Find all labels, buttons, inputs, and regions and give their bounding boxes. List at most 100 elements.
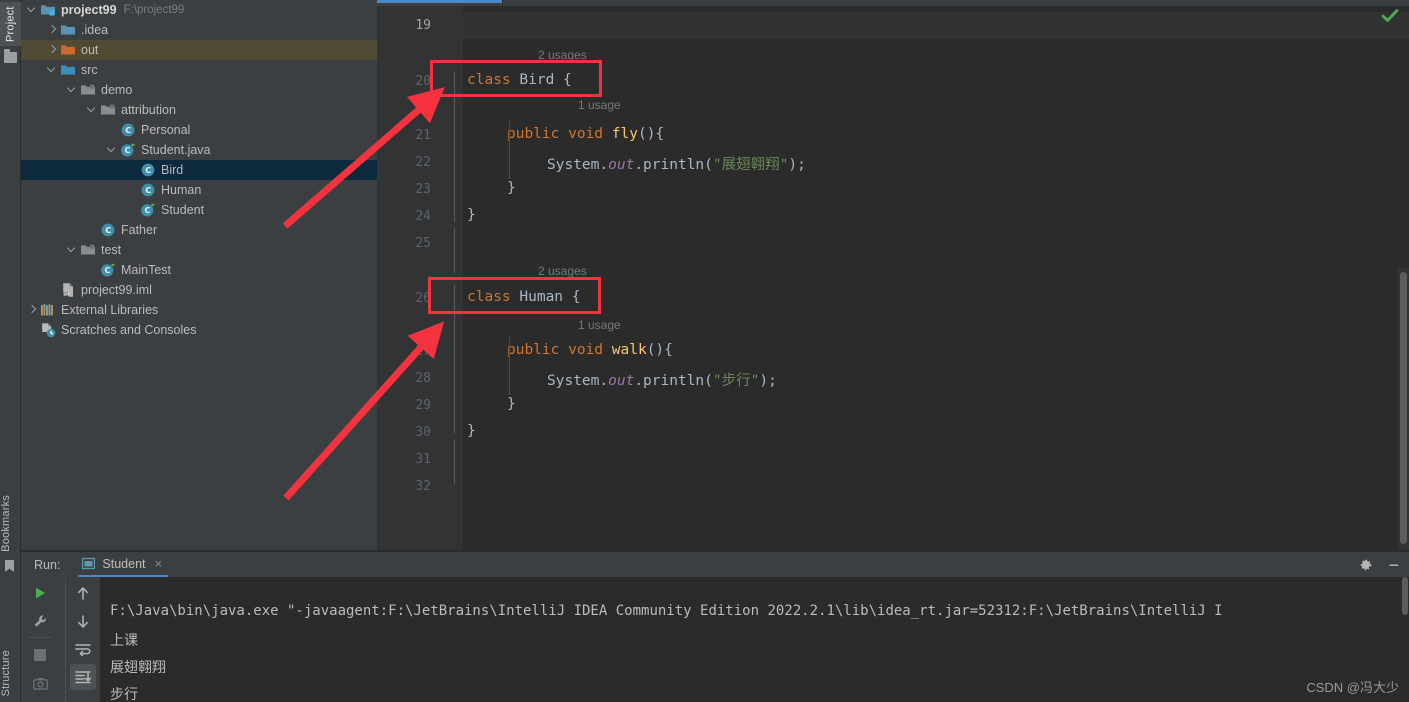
- chevron-down-icon[interactable]: [65, 83, 79, 97]
- line-number: 30: [415, 425, 431, 440]
- chevron-down-icon[interactable]: [105, 143, 119, 157]
- code-line-24[interactable]: }: [467, 207, 476, 223]
- chevron-right-icon[interactable]: [45, 23, 59, 37]
- chevron-down-icon[interactable]: [45, 63, 59, 77]
- tree-item-personal[interactable]: C Personal: [21, 120, 377, 140]
- line-number: 32: [415, 479, 431, 494]
- usage-hint[interactable]: 2 usages: [538, 48, 587, 62]
- tree-item-label: MainTest: [121, 263, 172, 277]
- gear-icon[interactable]: [1359, 558, 1373, 572]
- tree-item-maintest[interactable]: C MainTest: [21, 260, 377, 280]
- line-number: 27: [415, 344, 431, 359]
- camera-icon[interactable]: [27, 670, 53, 696]
- package-icon: [80, 242, 96, 258]
- tree-item-human[interactable]: C Human: [21, 180, 377, 200]
- code-token: (){: [646, 342, 673, 358]
- code-token: Human: [519, 289, 564, 305]
- tree-item-father[interactable]: C Father: [21, 220, 377, 240]
- tree-item-test[interactable]: test: [21, 240, 377, 260]
- code-token: .: [599, 157, 609, 173]
- rail-button-bookmarks[interactable]: Bookmarks: [0, 495, 21, 552]
- tree-item-bird[interactable]: C Bird: [21, 160, 377, 180]
- usage-hint[interactable]: 2 usages: [538, 264, 587, 278]
- console-window-icon: [82, 557, 96, 570]
- tree-item-project99-iml[interactable]: IM project99.iml: [21, 280, 377, 300]
- folder-excluded-icon: [60, 42, 76, 58]
- code-line-28[interactable]: System.out.println("步行");: [547, 369, 777, 390]
- line-number: 28: [415, 371, 431, 386]
- code-token: .println(: [634, 373, 713, 389]
- soft-wrap-icon[interactable]: [70, 636, 96, 662]
- rerun-play-icon[interactable]: [27, 580, 53, 606]
- tree-item-label: test: [101, 243, 122, 257]
- rail-project-label: Project: [4, 6, 17, 42]
- up-arrow-icon[interactable]: [70, 580, 96, 606]
- tree-item-label: Scratches and Consoles: [61, 323, 197, 337]
- code-token: "步行": [712, 373, 760, 389]
- scroll-to-end-icon[interactable]: [70, 664, 96, 690]
- tree-item-demo[interactable]: demo: [21, 80, 377, 100]
- usage-hint[interactable]: 1 usage: [578, 318, 621, 332]
- code-text-area[interactable]: 2 usages class Bird { 1 usage public void f…: [463, 6, 1409, 552]
- stop-icon[interactable]: [27, 642, 53, 668]
- code-token: public: [507, 126, 569, 142]
- tree-item--idea[interactable]: .idea: [21, 20, 377, 40]
- package-icon: [80, 82, 96, 98]
- editor-scrollbar-thumb[interactable]: [1400, 272, 1407, 544]
- rail-structure-label: Structure: [0, 649, 12, 696]
- class-icon: C: [100, 222, 116, 238]
- tree-item-external-libraries[interactable]: External Libraries: [21, 300, 377, 320]
- rail-button-project[interactable]: Project: [0, 2, 21, 46]
- console-scrollbar-thumb[interactable]: [1402, 577, 1408, 615]
- code-editor[interactable]: 19 20 21 22 23 24 25 26 27 28 29 30 31 32 2 usages cla…: [377, 0, 1409, 553]
- rail-button-structure[interactable]: Structure: [0, 650, 21, 696]
- watermark-label: CSDN @冯大少: [1306, 680, 1399, 695]
- close-icon[interactable]: ×: [155, 556, 163, 571]
- code-line-21[interactable]: public void fly(){: [507, 126, 664, 142]
- tree-item-student[interactable]: C Student: [21, 200, 377, 220]
- console-output[interactable]: F:\Java\bin\java.exe "-javaagent:F:\JetB…: [100, 577, 1409, 702]
- inspection-ok-check-icon[interactable]: [1381, 8, 1399, 24]
- settings-wrench-icon[interactable]: [27, 608, 53, 634]
- tree-item-src[interactable]: src: [21, 60, 377, 80]
- chevron-right-icon[interactable]: [45, 43, 59, 57]
- tree-item-label: project99: [61, 3, 117, 17]
- usage-hint[interactable]: 1 usage: [578, 98, 621, 112]
- code-token: class: [467, 289, 520, 305]
- chevron-down-icon[interactable]: [25, 3, 39, 17]
- tree-item-student-java[interactable]: C Student.java: [21, 140, 377, 160]
- chevron-right-icon[interactable]: [25, 303, 39, 317]
- minimize-icon[interactable]: [1387, 558, 1401, 572]
- line-number: 26: [415, 291, 431, 306]
- line-number-gutter: 19 20 21 22 23 24 25 26 27 28 29 30 31 32: [377, 6, 445, 552]
- code-line-23[interactable]: }: [507, 180, 516, 196]
- tree-item-scratches-and-consoles[interactable]: Scratches and Consoles: [21, 320, 377, 340]
- tree-item-label: src: [81, 63, 98, 77]
- code-line-29[interactable]: }: [507, 396, 516, 412]
- console-line: 步行: [110, 687, 138, 702]
- folder-source-icon: [60, 62, 76, 78]
- code-token: walk: [611, 342, 647, 358]
- code-line-26[interactable]: class Human {: [467, 289, 581, 305]
- fold-connector-line: [454, 72, 455, 222]
- tree-item-out[interactable]: out: [21, 40, 377, 60]
- line-number: 25: [415, 236, 431, 251]
- tree-item-attribution[interactable]: attribution: [21, 100, 377, 120]
- code-token: out: [608, 157, 635, 173]
- project-tree-panel[interactable]: project99 F:\project99 .idea out src demo attr…: [21, 0, 377, 552]
- ide-window: Project Bookmarks Structure project99 F:\…: [0, 0, 1409, 702]
- run-toolbar-left: [21, 577, 65, 702]
- down-arrow-icon[interactable]: [70, 608, 96, 634]
- code-line-20[interactable]: class Bird {: [467, 72, 572, 88]
- tree-item-project99[interactable]: project99 F:\project99: [21, 0, 377, 20]
- code-line-30[interactable]: }: [467, 423, 476, 439]
- code-line-27[interactable]: public void walk(){: [507, 342, 673, 358]
- code-line-22[interactable]: System.out.println("展翅翱翔");: [547, 153, 806, 174]
- run-tab-student[interactable]: Student ×: [78, 552, 169, 577]
- code-token: System: [547, 157, 600, 173]
- chevron-down-icon[interactable]: [85, 103, 99, 117]
- tree-item-label: demo: [101, 83, 133, 97]
- chevron-down-icon[interactable]: [65, 243, 79, 257]
